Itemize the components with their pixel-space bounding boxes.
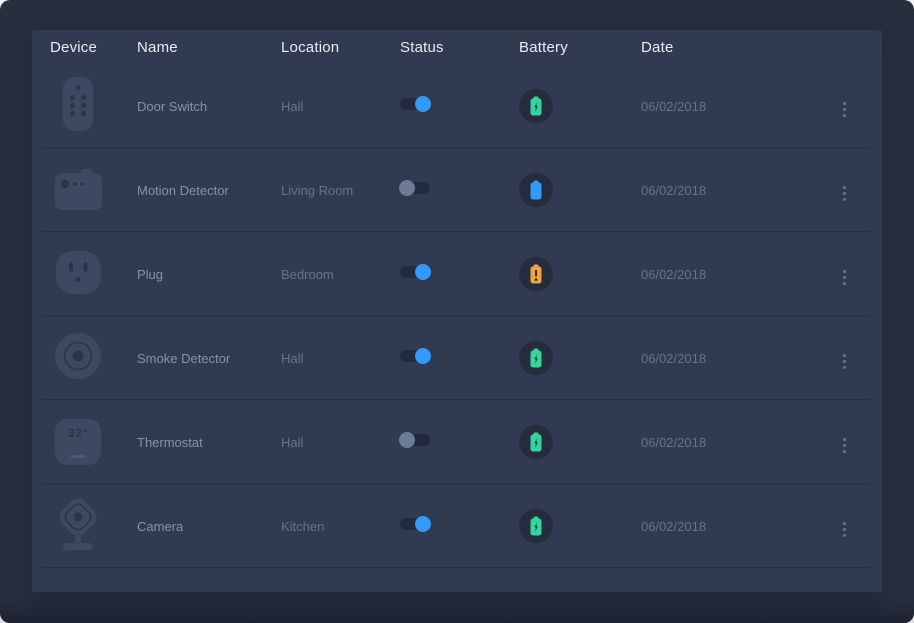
device-name: Smoke Detector bbox=[137, 351, 281, 366]
thermostat-icon: 32° bbox=[50, 414, 106, 470]
column-header-status: Status bbox=[400, 39, 519, 56]
app-window: Device Name Location Status Battery Date… bbox=[0, 0, 914, 623]
kebab-menu-icon[interactable] bbox=[837, 518, 852, 541]
toggle-knob bbox=[399, 180, 415, 196]
table-row: Camera Kitchen 06/02/2018 bbox=[32, 484, 882, 568]
table-header: Device Name Location Status Battery Date bbox=[32, 30, 882, 64]
device-date: 06/02/2018 bbox=[641, 351, 824, 366]
device-location: Bedroom bbox=[281, 267, 400, 282]
device-date: 06/02/2018 bbox=[641, 99, 824, 114]
motion-detector-icon bbox=[50, 160, 106, 216]
status-toggle[interactable] bbox=[400, 518, 430, 530]
toggle-knob bbox=[415, 264, 431, 280]
device-name: Thermostat bbox=[137, 435, 281, 450]
kebab-menu-icon[interactable] bbox=[837, 434, 852, 457]
toggle-knob bbox=[415, 516, 431, 532]
device-location: Hall bbox=[281, 351, 400, 366]
column-header-location: Location bbox=[281, 39, 400, 56]
column-header-battery: Battery bbox=[519, 39, 641, 56]
table-row: Door Switch Hall 06/02/2018 bbox=[32, 64, 882, 148]
device-location: Kitchen bbox=[281, 519, 400, 534]
table-row: Motion Detector Living Room 06/02/2018 bbox=[32, 148, 882, 232]
device-location: Hall bbox=[281, 435, 400, 450]
devices-table: Device Name Location Status Battery Date… bbox=[32, 30, 882, 592]
battery-charging-icon bbox=[519, 509, 553, 543]
remote-control-icon bbox=[50, 76, 106, 132]
toggle-knob bbox=[415, 96, 431, 112]
battery-charging-icon bbox=[519, 341, 553, 375]
device-date: 06/02/2018 bbox=[641, 267, 824, 282]
thermostat-dash bbox=[71, 455, 86, 458]
device-location: Hall bbox=[281, 99, 400, 114]
status-toggle[interactable] bbox=[400, 266, 430, 278]
thermostat-temperature: 32° bbox=[68, 426, 88, 465]
device-name: Motion Detector bbox=[137, 183, 281, 198]
column-header-name: Name bbox=[137, 39, 281, 56]
device-date: 06/02/2018 bbox=[641, 435, 824, 450]
status-toggle[interactable] bbox=[400, 350, 430, 362]
table-row: Plug Bedroom 06/02/2018 bbox=[32, 232, 882, 316]
device-name: Plug bbox=[137, 267, 281, 282]
device-date: 06/02/2018 bbox=[641, 519, 824, 534]
device-name: Door Switch bbox=[137, 99, 281, 114]
battery-full-icon bbox=[519, 173, 553, 207]
table-row: Smoke Detector Hall 06/02/2018 bbox=[32, 316, 882, 400]
column-header-date: Date bbox=[641, 39, 824, 56]
battery-charging-icon bbox=[519, 425, 553, 459]
battery-charging-icon bbox=[519, 89, 553, 123]
device-location: Living Room bbox=[281, 183, 400, 198]
camera-icon bbox=[50, 496, 106, 552]
battery-warning-icon bbox=[519, 257, 553, 291]
kebab-menu-icon[interactable] bbox=[837, 182, 852, 205]
status-toggle[interactable] bbox=[400, 182, 430, 194]
toggle-knob bbox=[415, 348, 431, 364]
kebab-menu-icon[interactable] bbox=[837, 350, 852, 373]
table-row: 32° Thermostat Hall 06/02/2018 bbox=[32, 400, 882, 484]
device-date: 06/02/2018 bbox=[641, 183, 824, 198]
status-toggle[interactable] bbox=[400, 434, 430, 446]
status-toggle[interactable] bbox=[400, 98, 430, 110]
kebab-menu-icon[interactable] bbox=[837, 266, 852, 289]
smoke-detector-icon bbox=[50, 328, 106, 384]
column-header-device: Device bbox=[50, 39, 137, 56]
toggle-knob bbox=[399, 432, 415, 448]
device-name: Camera bbox=[137, 519, 281, 534]
plug-icon bbox=[50, 244, 106, 300]
kebab-menu-icon[interactable] bbox=[837, 98, 852, 121]
